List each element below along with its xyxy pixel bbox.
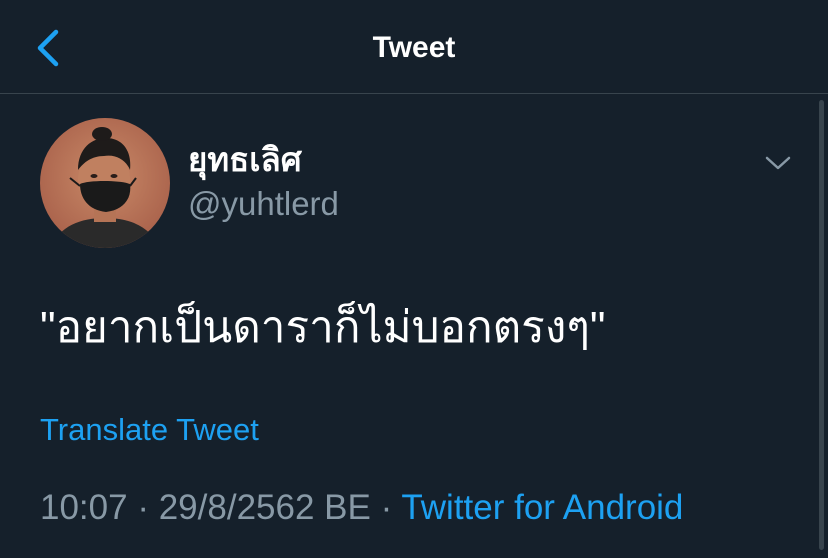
tweet-text: "อยากเป็นดาราก็ไม่บอกตรงๆ" [40,303,606,352]
tweet-time: 10:07 [40,488,128,527]
tweet-metadata: 10:07 · 29/8/2562 BE · Twitter for Andro… [40,486,683,530]
avatar[interactable] [40,118,170,248]
chevron-down-icon [765,156,791,170]
page-title: Tweet [372,31,456,64]
scrollbar[interactable] [819,100,824,550]
author-display-name[interactable]: ยุทธเลิศ [188,140,302,180]
top-bar: Tweet [0,0,828,94]
avatar-image [40,118,170,248]
meta-separator: · [380,488,393,527]
tweet-source-link[interactable]: Twitter for Android [401,488,683,527]
meta-separator: · [137,488,149,527]
translate-tweet-link[interactable]: Translate Tweet [40,410,259,450]
tweet-detail-screen: Tweet ยุทธเลิศ @yuhtlerd "อยากเป็นดาราก็… [0,0,828,558]
tweet-date: 29/8/2562 BE [158,488,371,527]
tweet-menu-button[interactable] [760,148,796,178]
author-handle[interactable]: @yuhtlerd [188,184,339,224]
